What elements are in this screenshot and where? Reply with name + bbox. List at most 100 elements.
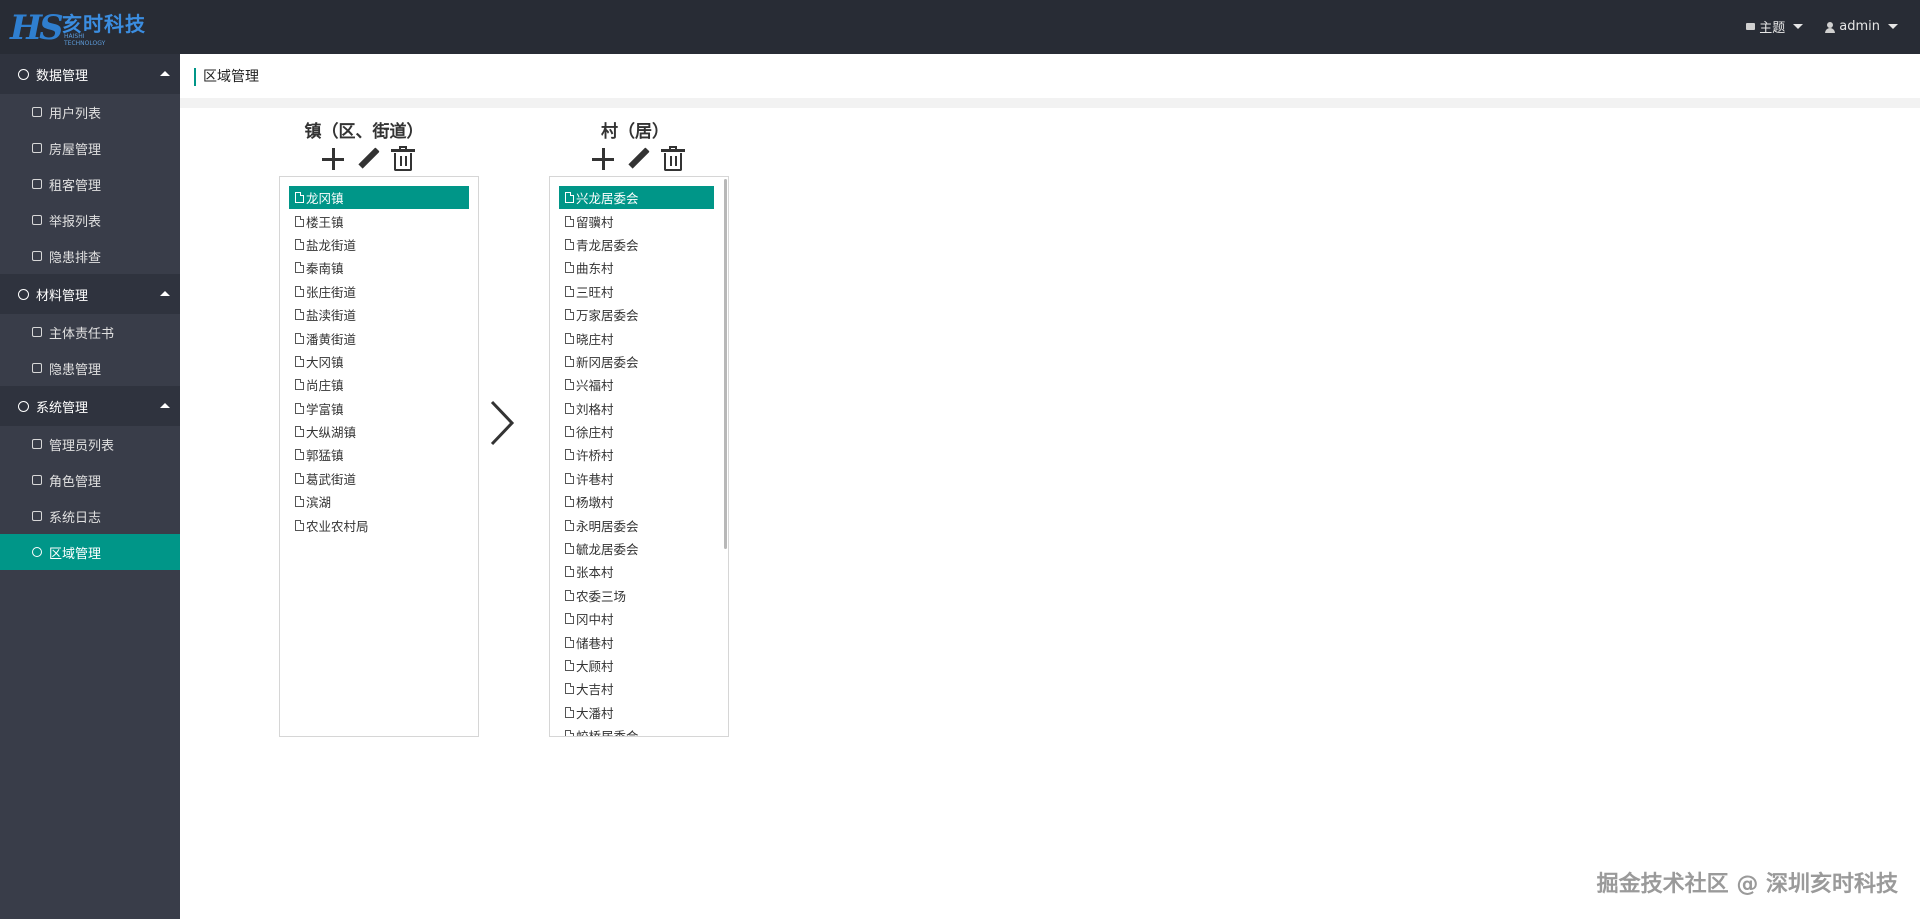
company-logo[interactable]: HS 亥时科技 HAISHI TECHNOLOGY: [8, 6, 158, 50]
town-item[interactable]: 盐龙街道: [289, 233, 469, 256]
sidebar-group-label: 系统管理: [36, 400, 89, 416]
delete-village-button[interactable]: [660, 146, 686, 172]
sidebar-item-responsibility[interactable]: 主体责任书: [0, 314, 180, 350]
village-item[interactable]: 兴福村: [559, 373, 714, 396]
village-item[interactable]: 农委三场: [559, 584, 714, 607]
list-item-label: 万家居委会: [576, 308, 639, 324]
list-item-label: 许桥村: [576, 448, 614, 464]
list-item-label: 滨湖: [306, 495, 332, 511]
file-icon: [295, 402, 304, 414]
delete-town-button[interactable]: [390, 146, 416, 172]
sidebar-item-logs[interactable]: 系统日志: [0, 498, 180, 534]
file-icon: [565, 262, 574, 274]
town-item[interactable]: 龙冈镇: [289, 186, 469, 210]
sidebar-item-tenant[interactable]: 租客管理: [0, 166, 180, 202]
chevron-right-icon[interactable]: [487, 398, 517, 448]
file-icon: [565, 426, 574, 438]
document-icon: [18, 288, 29, 300]
village-item[interactable]: 杨墩村: [559, 490, 714, 513]
file-icon: [565, 683, 574, 695]
edit-town-button[interactable]: [355, 146, 381, 172]
list-item-label: 晓庄村: [576, 331, 614, 347]
file-icon: [295, 426, 304, 438]
village-item[interactable]: 冈中村: [559, 607, 714, 630]
town-item[interactable]: 盐渎街道: [289, 303, 469, 326]
add-town-button[interactable]: [320, 146, 346, 172]
village-item[interactable]: 兴龙居委会: [559, 186, 714, 210]
chevron-up-icon: [160, 71, 170, 76]
village-item[interactable]: 储巷村: [559, 630, 714, 653]
villages-list[interactable]: 兴龙居委会 留骥村青龙居委会曲东村三旺村万家居委会晓庄村新冈居委会 兴福村 刘格村徐庄…: [549, 176, 729, 737]
theme-menu[interactable]: 主题: [1746, 17, 1804, 36]
edit-village-button[interactable]: [625, 146, 651, 172]
town-item[interactable]: 大冈镇: [289, 350, 469, 373]
add-village-button[interactable]: [590, 146, 616, 172]
town-item[interactable]: 滨湖: [289, 490, 469, 513]
village-item[interactable]: 大吉村: [559, 677, 714, 700]
scrollbar[interactable]: [724, 179, 727, 549]
file-icon: [565, 215, 574, 227]
village-item[interactable]: 新冈居委会: [559, 350, 714, 373]
sidebar-group-system[interactable]: 系统管理: [0, 386, 180, 426]
list-item-label: 盐渎街道: [306, 308, 357, 324]
sidebar-item-house[interactable]: 房屋管理: [0, 130, 180, 166]
file-icon: [565, 613, 574, 625]
town-item[interactable]: 尚庄镇: [289, 373, 469, 396]
chevron-up-icon: [160, 403, 170, 408]
village-item[interactable]: 青龙居委会: [559, 233, 714, 256]
village-item[interactable]: 张本村: [559, 560, 714, 583]
town-item[interactable]: 郭猛镇: [289, 443, 469, 466]
logo-subtitle: HAISHI TECHNOLOGY: [64, 33, 106, 47]
user-icon: [1825, 21, 1836, 33]
file-icon: [295, 472, 304, 484]
village-item[interactable]: 三旺村: [559, 280, 714, 303]
file-icon: [295, 379, 304, 391]
towns-list[interactable]: 龙冈镇 楼王镇 盐龙街道 秦南镇 张庄街道盐渎街道潘黄街道大冈镇 尚庄镇学富镇大纵湖镇 郭猛…: [279, 176, 479, 737]
town-item[interactable]: 秦南镇: [289, 256, 469, 279]
list-item-label: 农业农村局: [306, 518, 369, 534]
divider: [180, 98, 1920, 108]
village-item[interactable]: 永明居委会: [559, 513, 714, 536]
village-item[interactable]: 许巷村: [559, 467, 714, 490]
file-icon: [565, 402, 574, 414]
sidebar-item-admins[interactable]: 管理员列表: [0, 426, 180, 462]
sidebar-item-region[interactable]: 区域管理: [0, 534, 180, 570]
list-item-label: 徐庄村: [576, 425, 614, 441]
list-item-label: 潘黄街道: [306, 331, 357, 347]
user-menu[interactable]: admin: [1825, 17, 1898, 36]
village-item[interactable]: 晓庄村: [559, 326, 714, 349]
village-item[interactable]: 徐庄村: [559, 420, 714, 443]
village-item[interactable]: 刘格村: [559, 397, 714, 420]
list-item-label: 青龙居委会: [576, 237, 639, 253]
village-item[interactable]: 蛟桥居委会: [559, 724, 714, 737]
sidebar-item-roles[interactable]: 角色管理: [0, 462, 180, 498]
village-item[interactable]: 留骥村: [559, 209, 714, 232]
user-label: admin: [1839, 19, 1880, 34]
sidebar-item-hazard-check[interactable]: 隐患排查: [0, 238, 180, 274]
town-item[interactable]: 大纵湖镇: [289, 420, 469, 443]
town-item[interactable]: 潘黄街道: [289, 326, 469, 349]
village-item[interactable]: 毓龙居委会: [559, 537, 714, 560]
sidebar-item-report[interactable]: 举报列表: [0, 202, 180, 238]
list-item-label: 学富镇: [306, 401, 344, 417]
sidebar-group-data[interactable]: 数据管理: [0, 54, 180, 94]
list-item-label: 蛟桥居委会: [576, 729, 639, 737]
file-icon: [565, 238, 574, 250]
list-item-label: 大吉村: [576, 682, 614, 698]
town-item[interactable]: 葛武街道: [289, 467, 469, 490]
file-icon: [565, 706, 574, 718]
village-item[interactable]: 万家居委会: [559, 303, 714, 326]
town-item[interactable]: 楼王镇: [289, 209, 469, 232]
town-item[interactable]: 农业农村局: [289, 513, 469, 536]
village-item[interactable]: 许桥村: [559, 443, 714, 466]
village-item[interactable]: 曲东村: [559, 256, 714, 279]
list-item-label: 曲东村: [576, 261, 614, 277]
sidebar-item-hazard-manage[interactable]: 隐患管理: [0, 350, 180, 386]
village-item[interactable]: 大潘村: [559, 701, 714, 724]
town-item[interactable]: 学富镇: [289, 397, 469, 420]
sidebar-item-user-list[interactable]: 用户列表: [0, 94, 180, 130]
village-item[interactable]: 大顾村: [559, 654, 714, 677]
file-icon: [565, 566, 574, 578]
town-item[interactable]: 张庄街道: [289, 280, 469, 303]
sidebar-group-materials[interactable]: 材料管理: [0, 274, 180, 314]
